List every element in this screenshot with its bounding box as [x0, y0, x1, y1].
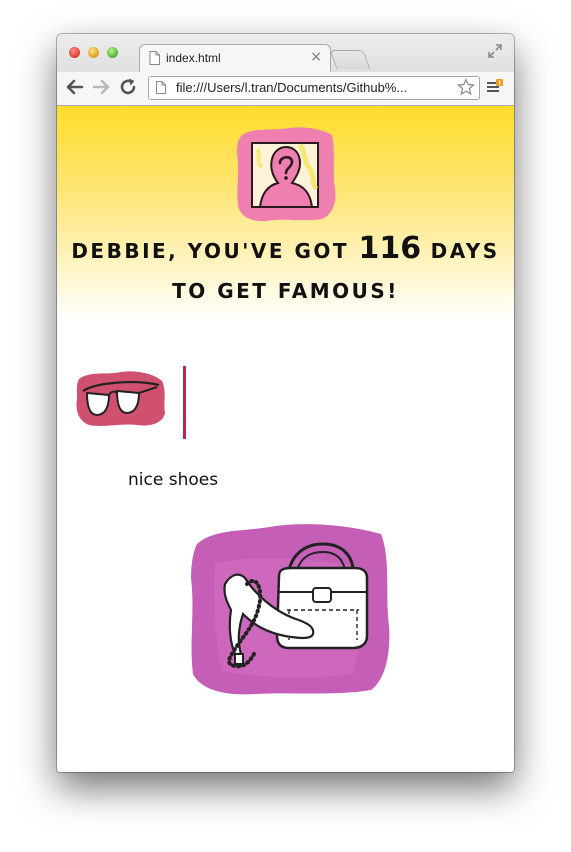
page-icon: [149, 51, 160, 65]
page-viewport: Debbie, you've got 116 days to get famou…: [57, 106, 514, 772]
divider-line: [183, 366, 186, 439]
toolbar: file:///Users/l.tran/Documents/Github%..…: [57, 72, 514, 105]
close-window-button[interactable]: [69, 47, 80, 58]
minimize-window-button[interactable]: [88, 47, 99, 58]
menu-icon[interactable]: [487, 79, 503, 95]
reload-icon[interactable]: [117, 76, 139, 98]
days-count: 116: [358, 231, 422, 266]
forward-arrow-icon[interactable]: [90, 76, 112, 98]
new-tab-button[interactable]: [329, 50, 371, 69]
mystery-person-icon: [237, 127, 336, 222]
address-bar[interactable]: file:///Users/l.tran/Documents/Github%..…: [148, 76, 480, 100]
countdown-headline: Debbie, you've got 116 days to get famou…: [69, 229, 502, 311]
back-arrow-icon[interactable]: [64, 76, 86, 98]
tab-close-icon[interactable]: ×: [310, 49, 322, 65]
browser-chrome: index.html × file:///Users/l.tran/Docume…: [57, 34, 514, 106]
shoes-and-handbag-icon: [191, 524, 390, 695]
expand-icon[interactable]: [488, 44, 502, 58]
tab-active[interactable]: index.html ×: [139, 44, 331, 73]
url-text[interactable]: file:///Users/l.tran/Documents/Github%..…: [176, 80, 441, 95]
headline-prefix: Debbie, you've got: [71, 239, 350, 263]
file-icon: [156, 81, 166, 94]
browser-window: index.html × file:///Users/l.tran/Docume…: [57, 34, 514, 772]
sunglasses-icon: [76, 371, 165, 426]
tab-title: index.html: [166, 51, 221, 65]
zoom-window-button[interactable]: [107, 47, 118, 58]
star-icon[interactable]: [457, 78, 475, 96]
caption-text: nice shoes: [128, 470, 219, 490]
